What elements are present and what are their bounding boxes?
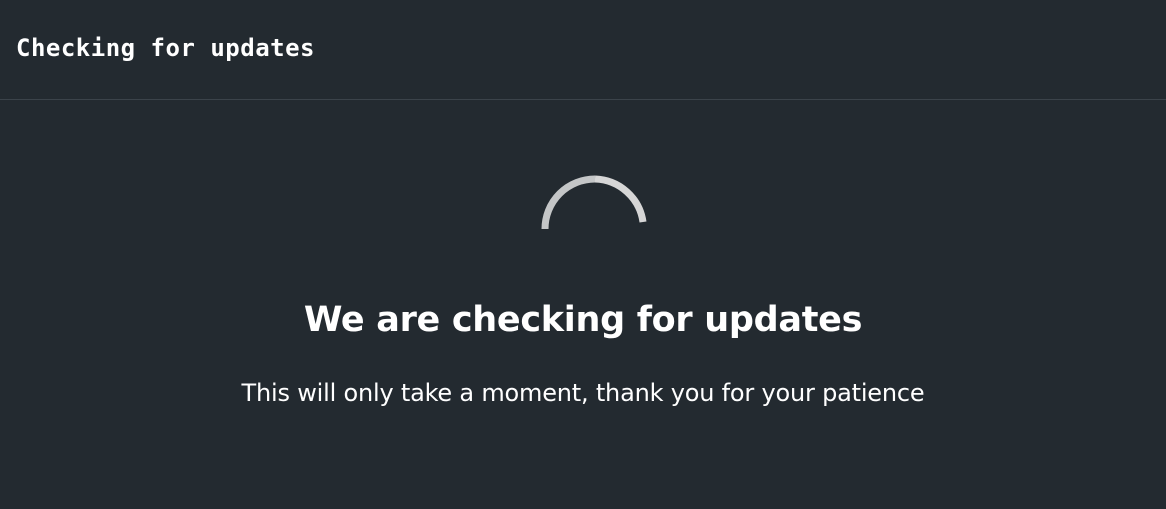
status-heading: We are checking for updates	[303, 300, 863, 340]
update-content: We are checking for updates This will on…	[0, 100, 1166, 509]
update-window: Checking for updates We are checking for…	[0, 0, 1166, 509]
status-message: This will only take a moment, thank you …	[241, 379, 925, 407]
loading-spinner-icon	[541, 175, 647, 230]
window-title: Checking for updates	[16, 33, 315, 62]
title-bar: Checking for updates	[0, 0, 1166, 100]
